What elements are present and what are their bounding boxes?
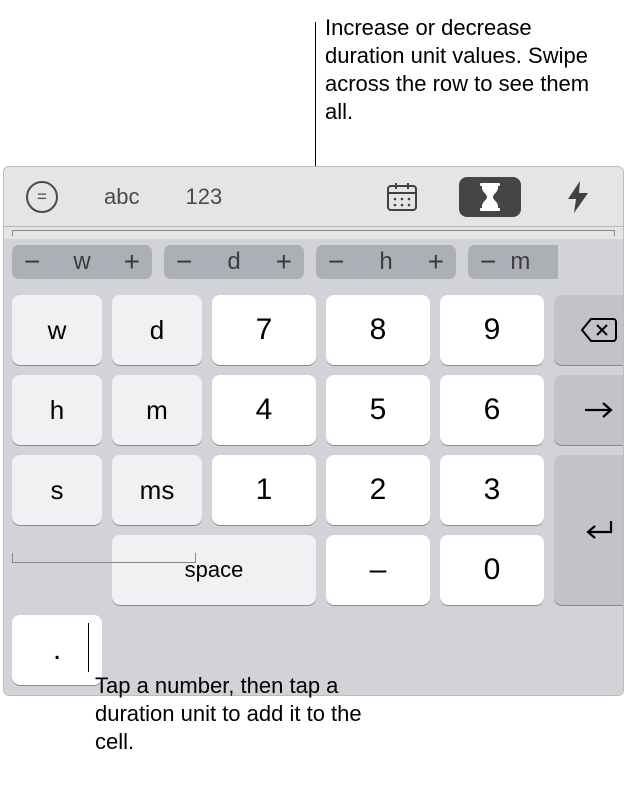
- minus-icon[interactable]: −: [176, 248, 192, 276]
- keypad: w d 7 8 9 h m 4 5 6 s ms 1 2 3: [4, 285, 623, 695]
- unit-seconds-key[interactable]: s: [12, 455, 102, 525]
- return-key[interactable]: [554, 455, 624, 605]
- digit-8-key[interactable]: 8: [326, 295, 430, 365]
- minus-icon[interactable]: −: [328, 248, 344, 276]
- unit-keys-bracket: [12, 553, 196, 563]
- unit-days-key[interactable]: d: [112, 295, 202, 365]
- digit-7-key[interactable]: 7: [212, 295, 316, 365]
- callout-line: [88, 623, 89, 672]
- calendar-icon: [386, 182, 418, 212]
- minus-icon[interactable]: −: [480, 248, 496, 276]
- formula-icon: =: [26, 181, 58, 213]
- digit-6-key[interactable]: 6: [440, 375, 544, 445]
- unit-hours-key[interactable]: h: [12, 375, 102, 445]
- unit-minutes-key[interactable]: m: [112, 375, 202, 445]
- backspace-icon: [580, 317, 618, 343]
- arrow-right-icon: [583, 400, 615, 420]
- space-key[interactable]: space: [112, 535, 316, 605]
- callout-stepper-instructions: Increase or decrease duration unit value…: [325, 14, 615, 127]
- digit-1-key[interactable]: 1: [212, 455, 316, 525]
- digit-4-key[interactable]: 4: [212, 375, 316, 445]
- return-icon: [583, 517, 615, 543]
- minus-icon[interactable]: −: [24, 248, 40, 276]
- stepper-row-bracket: [4, 227, 623, 239]
- callout-unit-instructions: Tap a number, then tap a duration unit t…: [95, 672, 385, 756]
- next-field-key[interactable]: [554, 375, 624, 445]
- plus-icon[interactable]: +: [428, 248, 444, 276]
- digit-3-key[interactable]: 3: [440, 455, 544, 525]
- stepper-weeks[interactable]: − w +: [12, 245, 152, 279]
- plus-icon[interactable]: +: [124, 248, 140, 276]
- hourglass-icon: [479, 183, 501, 211]
- quick-action-button[interactable]: [547, 177, 609, 217]
- duration-mode-button[interactable]: [459, 177, 521, 217]
- stepper-unit-label: d: [227, 248, 240, 276]
- text-mode-button[interactable]: abc: [96, 178, 147, 216]
- empty-cell: [12, 535, 102, 605]
- datetime-mode-button[interactable]: [371, 177, 433, 217]
- stepper-days[interactable]: − d +: [164, 245, 304, 279]
- keyboard-panel: = abc 123: [3, 166, 624, 696]
- keyboard-mode-toolbar: = abc 123: [4, 167, 623, 227]
- number-mode-button[interactable]: 123: [177, 178, 230, 216]
- bolt-icon: [566, 181, 590, 213]
- digit-9-key[interactable]: 9: [440, 295, 544, 365]
- stepper-unit-label: m: [510, 248, 530, 276]
- stepper-unit-label: h: [379, 248, 392, 276]
- dash-key[interactable]: –: [326, 535, 430, 605]
- digit-2-key[interactable]: 2: [326, 455, 430, 525]
- stepper-hours[interactable]: − h +: [316, 245, 456, 279]
- duration-stepper-row[interactable]: − w + − d + − h + − m: [4, 239, 623, 285]
- formula-mode-button[interactable]: =: [18, 178, 66, 216]
- plus-icon[interactable]: +: [276, 248, 292, 276]
- digit-0-key[interactable]: 0: [440, 535, 544, 605]
- digit-5-key[interactable]: 5: [326, 375, 430, 445]
- unit-weeks-key[interactable]: w: [12, 295, 102, 365]
- stepper-unit-label: w: [73, 248, 90, 276]
- unit-milliseconds-key[interactable]: ms: [112, 455, 202, 525]
- stepper-minutes[interactable]: − m: [468, 245, 558, 279]
- backspace-key[interactable]: [554, 295, 624, 365]
